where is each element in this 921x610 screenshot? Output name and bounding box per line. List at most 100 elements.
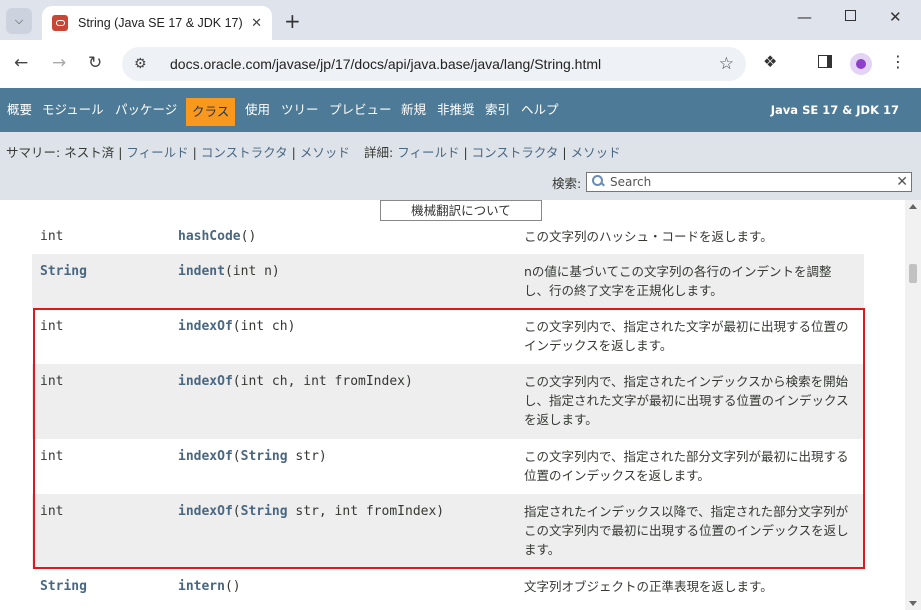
brand-title: Java SE 17 & JDK 17 — [770, 103, 899, 117]
main-content: 機械翻訳について int hashCode() この文字列のハッシュ・コードを返… — [0, 200, 905, 610]
return-type-link[interactable]: String — [40, 579, 87, 594]
detail-links: 詳細: フィールド | コンストラクタ | メソッド — [364, 142, 621, 161]
table-row: int indexOf(String str, int fromIndex) 指… — [32, 494, 864, 569]
method-signature: indexOf(int ch, int fromIndex) — [178, 374, 413, 389]
table-row: int indexOf(String str) この文字列内で、指定された部分文… — [32, 439, 864, 494]
reload-icon[interactable]: ↻ — [88, 53, 102, 73]
method-summary-table: int hashCode() この文字列のハッシュ・コードを返します。 Stri… — [32, 220, 864, 605]
summary-constructor-link[interactable]: コンストラクタ — [201, 145, 288, 160]
param-type-link[interactable]: String — [241, 449, 288, 464]
return-type: int — [40, 504, 64, 519]
table-row: int indexOf(int ch) この文字列内で、指定された文字が最初に出… — [32, 308, 864, 364]
param-type-link[interactable]: String — [241, 504, 288, 519]
browser-tab[interactable]: String (Java SE 17 & JDK 17) ✕ — [42, 6, 272, 40]
tab-close-icon[interactable]: ✕ — [251, 16, 262, 31]
separator: | — [192, 145, 197, 160]
profile-icon[interactable] — [850, 53, 872, 75]
search-label: 検索: — [552, 176, 582, 191]
method-link[interactable]: indexOf — [178, 504, 233, 519]
page-scrollbar[interactable] — [905, 200, 921, 610]
method-description: nの値に基づいてこの文字列の各行のインデントを調整し、行の終了文字を正規化します… — [524, 264, 832, 298]
nav-preview[interactable]: プレビュー — [329, 88, 392, 132]
method-link[interactable]: hashCode — [178, 229, 241, 244]
sub-navigation: サマリー: ネスト済 | フィールド | コンストラクタ | メソッド 詳細: … — [0, 132, 921, 200]
detail-label: 詳細: — [364, 145, 394, 160]
return-type-link[interactable]: String — [40, 264, 87, 279]
extensions-icon[interactable]: ❖ — [763, 52, 777, 71]
side-panel-icon[interactable] — [818, 55, 832, 68]
address-bar[interactable]: ⚙ docs.oracle.com/javase/jp/17/docs/api/… — [122, 47, 746, 81]
minimize-icon[interactable]: — — [797, 8, 812, 26]
forward-arrow-icon[interactable]: → — [52, 53, 66, 73]
table-row: int hashCode() この文字列のハッシュ・コードを返します。 — [32, 220, 864, 254]
separator: | — [562, 145, 567, 160]
method-link[interactable]: indexOf — [178, 374, 233, 389]
site-info-icon[interactable]: ⚙ — [134, 56, 156, 72]
back-arrow-icon[interactable]: ← — [14, 53, 28, 73]
method-signature: hashCode() — [178, 229, 256, 244]
nav-new[interactable]: 新規 — [401, 88, 426, 132]
search-input[interactable] — [610, 175, 890, 189]
return-type: int — [40, 229, 64, 244]
separator: | — [463, 145, 468, 160]
method-description: この文字列内で、指定された部分文字列が最初に出現する位置のインデックスを返します… — [524, 449, 849, 483]
javadoc-navbar: 概要 モジュール パッケージ クラス 使用 ツリー プレビュー 新規 非推奨 索… — [0, 88, 921, 132]
nav-deprecated[interactable]: 非推奨 — [437, 88, 475, 132]
scroll-up-arrow-icon[interactable] — [909, 204, 917, 209]
nav-package[interactable]: パッケージ — [115, 88, 177, 132]
machine-translation-button[interactable]: 機械翻訳について — [380, 200, 542, 221]
table-row: int indexOf(int ch, int fromIndex) この文字列… — [32, 364, 864, 439]
method-signature: indexOf(String str) — [178, 449, 327, 464]
method-description: この文字列のハッシュ・コードを返します。 — [524, 229, 773, 244]
search-box[interactable]: ✕ — [586, 172, 912, 192]
method-params: str, int fromIndex) — [287, 504, 445, 519]
method-link[interactable]: indent — [178, 264, 225, 279]
method-signature: indexOf(int ch) — [178, 319, 295, 334]
detail-constructor-link[interactable]: コンストラクタ — [472, 145, 559, 160]
search-icon — [590, 174, 606, 190]
search-clear-icon[interactable]: ✕ — [896, 174, 908, 190]
summary-nested: ネスト済 — [64, 145, 115, 160]
nav-tree[interactable]: ツリー — [281, 88, 319, 132]
method-link[interactable]: intern — [178, 579, 225, 594]
tab-search-icon[interactable]: ⌵ — [6, 8, 32, 34]
detail-field-link[interactable]: フィールド — [397, 145, 459, 160]
method-params: (int n) — [224, 264, 280, 279]
method-description: 文字列オブジェクトの正準表現を返します。 — [524, 579, 773, 594]
method-params: (int ch, int fromIndex) — [232, 374, 413, 389]
url-text[interactable]: docs.oracle.com/javase/jp/17/docs/api/ja… — [170, 56, 719, 72]
maximize-icon[interactable] — [845, 10, 856, 21]
nav-index[interactable]: 索引 — [485, 88, 510, 132]
summary-field-link[interactable]: フィールド — [126, 145, 188, 160]
method-params: str) — [287, 449, 327, 464]
method-description: 指定されたインデックス以降で、指定された部分文字列がこの文字列内で最初に出現する… — [524, 504, 849, 557]
method-signature: indexOf(String str, int fromIndex) — [178, 504, 444, 519]
nav-module[interactable]: モジュール — [42, 88, 104, 132]
scroll-thumb[interactable] — [909, 264, 917, 283]
nav-help[interactable]: ヘルプ — [521, 88, 559, 132]
open-paren: ( — [232, 504, 241, 519]
close-window-icon[interactable]: ✕ — [889, 8, 902, 26]
menu-icon[interactable]: ⋮ — [890, 52, 906, 71]
method-link[interactable]: indexOf — [178, 319, 233, 334]
return-type: int — [40, 449, 64, 464]
method-link[interactable]: indexOf — [178, 449, 233, 464]
detail-method-link[interactable]: メソッド — [571, 145, 621, 160]
nav-use[interactable]: 使用 — [245, 88, 270, 132]
table-row: String indent(int n) nの値に基づいてこの文字列の各行のイン… — [32, 254, 864, 308]
method-params: (int ch) — [232, 319, 296, 334]
star-icon[interactable]: ☆ — [719, 54, 734, 74]
scroll-down-arrow-icon[interactable] — [909, 601, 917, 606]
table-row: String intern() 文字列オブジェクトの正準表現を返します。 — [32, 569, 864, 605]
new-tab-button[interactable]: + — [284, 9, 301, 33]
nav-class-active[interactable]: クラス — [186, 98, 236, 126]
nav-overview[interactable]: 概要 — [7, 88, 32, 132]
method-signature: intern() — [178, 579, 241, 594]
browser-tab-strip: ⌵ String (Java SE 17 & JDK 17) ✕ + — ✕ — [0, 0, 921, 40]
browser-toolbar: ← → ↻ ⚙ docs.oracle.com/javase/jp/17/doc… — [0, 40, 921, 88]
method-params: () — [224, 579, 241, 594]
summary-method-link[interactable]: メソッド — [300, 145, 350, 160]
oracle-favicon — [52, 15, 68, 31]
method-params: () — [240, 229, 257, 244]
return-type: int — [40, 374, 64, 389]
